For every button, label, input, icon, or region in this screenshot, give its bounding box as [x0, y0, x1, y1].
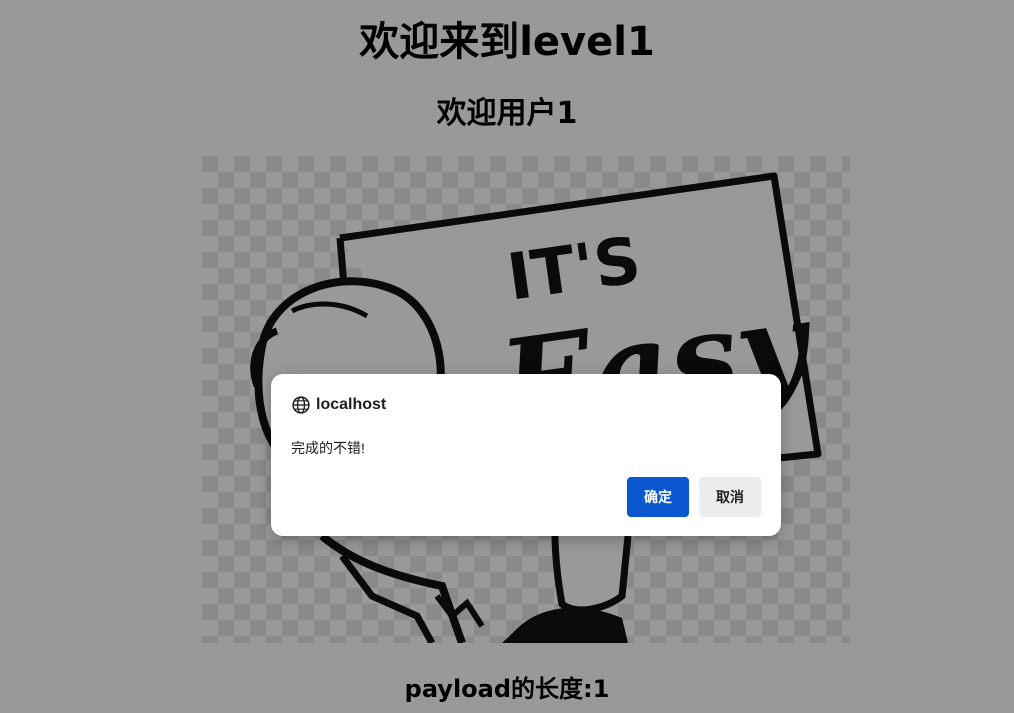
dialog-origin: localhost: [291, 394, 386, 416]
modal-backdrop: [0, 0, 1014, 713]
ok-button[interactable]: 确定: [627, 477, 689, 517]
globe-icon: [292, 396, 310, 414]
alert-dialog: localhost 完成的不错! 确定 取消: [271, 374, 781, 536]
dialog-message: 完成的不错!: [291, 440, 365, 456]
dialog-origin-label: localhost: [316, 396, 387, 413]
cancel-button[interactable]: 取消: [699, 477, 761, 517]
